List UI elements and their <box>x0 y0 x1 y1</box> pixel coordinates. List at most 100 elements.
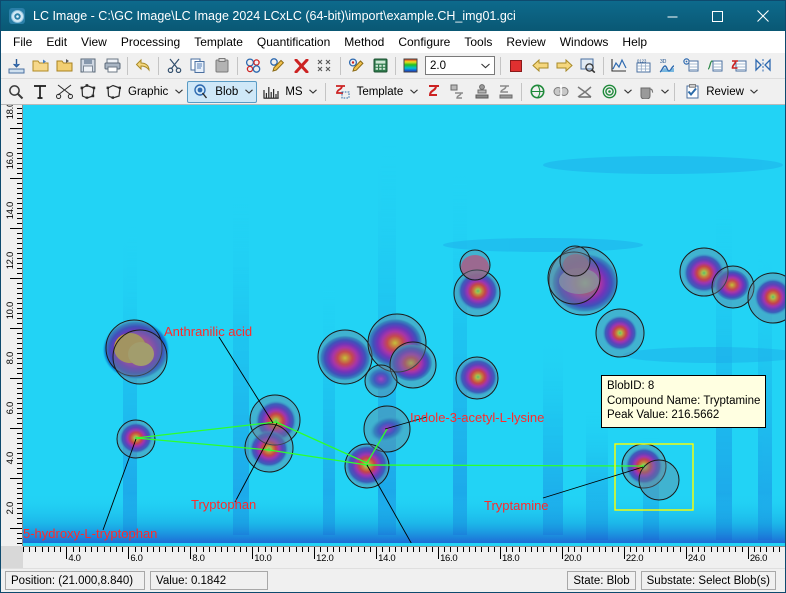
ms-icon[interactable] <box>260 81 282 103</box>
ruler-tick <box>17 453 22 454</box>
vertical-ruler[interactable]: 2.04.06.08.010.012.014.016.018.0 <box>1 105 23 546</box>
annotation-5-hydroxy-l-tryptophan[interactable]: 5-hydroxy-L-tryptophan <box>23 526 157 541</box>
select-shape-icon[interactable] <box>77 81 99 103</box>
print-icon[interactable] <box>101 55 123 77</box>
target-icon[interactable] <box>598 81 620 103</box>
tool-group-ms[interactable]: MS <box>257 81 321 103</box>
template-table-icon[interactable] <box>728 55 750 77</box>
ruler-tick <box>17 298 22 299</box>
peak-table-icon[interactable] <box>704 55 726 77</box>
cut-icon[interactable] <box>163 55 185 77</box>
annotation-tryptophan[interactable]: Tryptophan <box>191 497 256 512</box>
tool-group-template[interactable]: Template <box>329 81 423 103</box>
menu-configure[interactable]: Configure <box>391 32 457 52</box>
blob-edit-icon[interactable] <box>266 55 288 77</box>
mirror-image-icon[interactable] <box>752 55 774 77</box>
data-table-icon[interactable]: 0123 <box>632 55 654 77</box>
menu-view[interactable]: View <box>74 32 114 52</box>
menu-quantification[interactable]: Quantification <box>250 32 337 52</box>
menu-processing[interactable]: Processing <box>114 32 187 52</box>
copy-icon[interactable] <box>187 55 209 77</box>
chromatogram-icon[interactable] <box>608 55 630 77</box>
open-recent-icon[interactable] <box>53 55 75 77</box>
plot-canvas[interactable]: Anthranilic acid Indole-3-acetyl-L-lysin… <box>23 105 785 546</box>
menu-file[interactable]: File <box>6 32 39 52</box>
ruler-tick <box>17 308 22 309</box>
graphic-dropdown-icon[interactable] <box>172 81 185 103</box>
template-icon[interactable] <box>332 81 354 103</box>
blob-table-icon[interactable] <box>680 55 702 77</box>
paste-icon[interactable] <box>211 55 233 77</box>
3d-view-icon[interactable]: 3D <box>656 55 678 77</box>
zoom-level-combo[interactable]: 2.0 <box>425 56 495 75</box>
target-dropdown-icon[interactable] <box>621 81 634 103</box>
split-blob-icon[interactable] <box>550 81 572 103</box>
template-move-icon[interactable] <box>447 81 469 103</box>
blob-detect-icon[interactable] <box>242 55 264 77</box>
ruler-tick <box>593 547 594 552</box>
globe-icon[interactable] <box>526 81 548 103</box>
ms-dropdown-icon[interactable] <box>307 81 320 103</box>
blob-dropdown-icon[interactable] <box>242 81 255 103</box>
toolbar-separator <box>158 57 159 75</box>
horizontal-ruler[interactable]: 4.06.08.010.012.014.016.018.020.022.024.… <box>23 546 785 568</box>
ruler-tick <box>203 547 204 552</box>
menu-help[interactable]: Help <box>615 32 654 52</box>
blob-label: Blob <box>213 86 242 98</box>
arrow-right-icon[interactable] <box>553 55 575 77</box>
ruler-tick <box>17 373 22 374</box>
scissors-icon[interactable] <box>53 81 75 103</box>
arrow-left-icon[interactable] <box>529 55 551 77</box>
minimize-button[interactable] <box>650 1 695 31</box>
magnifier-icon[interactable] <box>5 81 27 103</box>
ruler-tick <box>17 498 22 499</box>
review-icon[interactable] <box>681 81 703 103</box>
menu-tools[interactable]: Tools <box>457 32 499 52</box>
ruler-tick <box>17 473 22 474</box>
ruler-tick <box>42 547 43 552</box>
graphic-icon[interactable] <box>103 81 125 103</box>
template-apply-icon[interactable] <box>423 81 445 103</box>
clear-marks-icon[interactable] <box>314 55 336 77</box>
ruler-tick <box>17 408 22 409</box>
template-dropdown-icon[interactable] <box>407 81 420 103</box>
tool-group-graphic[interactable]: Graphic <box>100 81 187 103</box>
import-icon[interactable] <box>5 55 27 77</box>
text-tool-icon[interactable] <box>29 81 51 103</box>
contour-plot[interactable] <box>23 105 785 543</box>
menu-template[interactable]: Template <box>187 32 250 52</box>
menu-edit[interactable]: Edit <box>39 32 74 52</box>
open-folder-icon[interactable] <box>29 55 51 77</box>
template-anchor-icon[interactable] <box>471 81 493 103</box>
blob-icon[interactable] <box>190 81 212 103</box>
menu-method[interactable]: Method <box>337 32 391 52</box>
ruler-tick <box>17 113 22 114</box>
ruler-tick <box>773 547 774 552</box>
review-dropdown-icon[interactable] <box>748 81 761 103</box>
paint-dropdown-icon[interactable] <box>658 81 671 103</box>
tool-group-blob[interactable]: Blob <box>187 81 257 103</box>
undo-icon[interactable] <box>132 55 154 77</box>
annotation-indole-3-acetyl-l-lysine[interactable]: Indole-3-acetyl-L-lysine <box>410 410 544 425</box>
menu-windows[interactable]: Windows <box>553 32 616 52</box>
maximize-button[interactable] <box>695 1 740 31</box>
save-icon[interactable] <box>77 55 99 77</box>
zoom-region-icon[interactable] <box>577 55 599 77</box>
paint-bucket-icon[interactable] <box>635 81 657 103</box>
delete-icon[interactable] <box>290 55 312 77</box>
calculator-icon[interactable] <box>369 55 391 77</box>
tool-group-review[interactable]: Review <box>678 81 763 103</box>
merge-blob-icon[interactable] <box>574 81 596 103</box>
menu-review[interactable]: Review <box>499 32 552 52</box>
ruler-tick <box>17 468 22 469</box>
template-baseline-icon[interactable] <box>495 81 517 103</box>
colormap-icon[interactable] <box>400 55 422 77</box>
chevron-down-icon <box>481 60 490 72</box>
close-button[interactable] <box>740 1 785 31</box>
ruler-tick <box>17 213 22 214</box>
stop-icon[interactable] <box>505 55 527 77</box>
annotation-anthranilic-acid[interactable]: Anthranilic acid <box>164 324 252 339</box>
ruler-tick <box>17 343 22 344</box>
annotation-tryptamine[interactable]: Tryptamine <box>484 498 549 513</box>
paint-blob-icon[interactable] <box>345 55 367 77</box>
